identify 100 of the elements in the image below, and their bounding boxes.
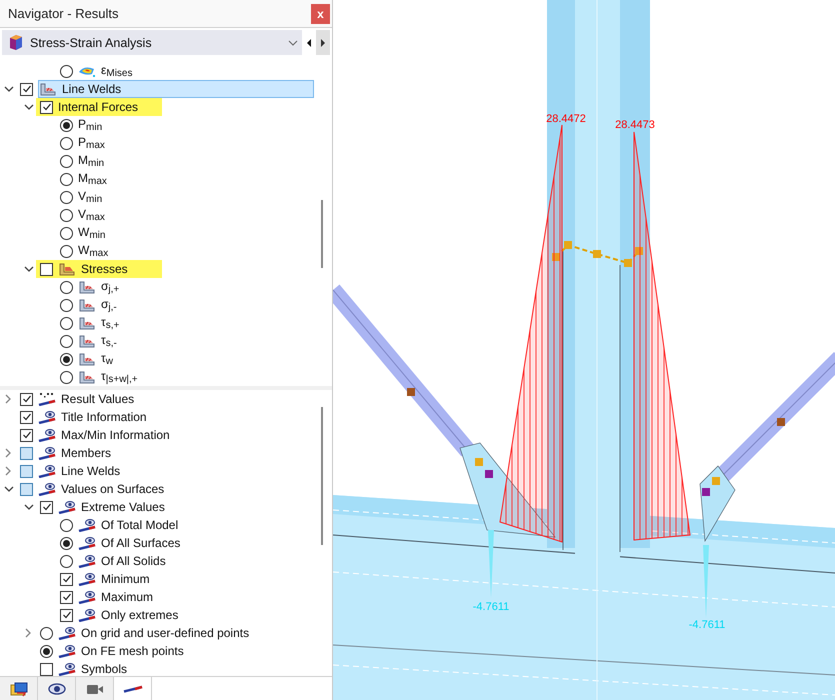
- checkbox[interactable]: [60, 572, 73, 586]
- weld-stress-icon: [58, 262, 76, 276]
- chevron-right-icon[interactable]: [4, 466, 12, 476]
- chevron-right-icon[interactable]: [24, 628, 32, 638]
- tree-item-label[interactable]: σ$_{j,+}$: [101, 279, 120, 295]
- weld-icon: [78, 334, 96, 348]
- radio-button[interactable]: [60, 352, 73, 366]
- radio-button[interactable]: [60, 280, 73, 294]
- tree-item-label[interactable]: Symbols: [81, 662, 128, 676]
- checkbox[interactable]: [20, 446, 33, 460]
- display-icon: [78, 536, 96, 550]
- radio-button[interactable]: [60, 226, 73, 240]
- weld-icon: [78, 370, 96, 384]
- checkbox[interactable]: [40, 500, 53, 514]
- chevron-down-icon[interactable]: [24, 503, 34, 511]
- panel-tab[interactable]: [76, 677, 114, 700]
- checkbox[interactable]: [40, 262, 53, 276]
- chevron-down-icon[interactable]: [4, 485, 14, 493]
- radio-button[interactable]: [60, 154, 73, 168]
- tree-item-label[interactable]: Max/Min Information: [61, 428, 170, 442]
- tree-item-label[interactable]: Line Welds: [62, 82, 122, 96]
- tree-item-label[interactable]: τ$_{|s+w|,+}$: [101, 369, 138, 385]
- radio-button[interactable]: [60, 244, 73, 258]
- chevron-down-icon[interactable]: [4, 85, 14, 93]
- checkbox[interactable]: [60, 608, 73, 622]
- scrollbar-thumb[interactable]: [321, 200, 323, 268]
- radio-button[interactable]: [60, 298, 73, 312]
- radio-button[interactable]: [60, 518, 73, 532]
- radio-button[interactable]: [60, 118, 73, 132]
- tree-item-label[interactable]: On grid and user-defined points: [81, 626, 250, 640]
- tree-item-label[interactable]: M$_{min}$: [78, 153, 104, 169]
- radio-button[interactable]: [60, 172, 73, 186]
- tree-item-label[interactable]: Stresses: [81, 262, 128, 276]
- checkbox[interactable]: [40, 100, 53, 114]
- tree-item-label[interactable]: Of All Solids: [101, 554, 166, 568]
- module-dropdown[interactable]: Stress-Strain Analysis: [2, 30, 302, 55]
- chevron-right-icon[interactable]: [4, 448, 12, 458]
- tree-item-label[interactable]: Maximum: [101, 590, 154, 604]
- display-icon: [38, 482, 56, 496]
- checkbox[interactable]: [20, 410, 33, 424]
- tree-item-label[interactable]: Of All Surfaces: [101, 536, 180, 550]
- panel-tab[interactable]: [38, 677, 76, 700]
- tree-item-label[interactable]: Minimum: [101, 572, 150, 586]
- checkbox[interactable]: [20, 428, 33, 442]
- radio-button[interactable]: [60, 208, 73, 222]
- folder-icon: [8, 680, 28, 696]
- radio-button[interactable]: [40, 626, 53, 640]
- radio-button[interactable]: [60, 334, 73, 348]
- tree-item-label[interactable]: P$_{max}$: [78, 135, 105, 151]
- result-value-label: -4.7611: [688, 619, 726, 631]
- tree-item-label[interactable]: Result Values: [61, 392, 134, 406]
- tree-item-label[interactable]: P$_{min}$: [78, 117, 102, 133]
- tree-item-label[interactable]: Values on Surfaces: [61, 482, 164, 496]
- radio-button[interactable]: [60, 370, 73, 384]
- result-value-label: 28.4472: [546, 113, 586, 125]
- tree-item-label[interactable]: V$_{max}$: [78, 207, 105, 223]
- next-button[interactable]: [316, 30, 330, 55]
- checkbox[interactable]: [40, 662, 53, 676]
- checkbox[interactable]: [20, 82, 33, 96]
- checkbox[interactable]: [60, 590, 73, 604]
- radio-button[interactable]: [60, 64, 73, 78]
- display-icon: [78, 608, 96, 622]
- tree-item-label[interactable]: Line Welds: [61, 464, 120, 478]
- radio-button[interactable]: [60, 554, 73, 568]
- result-diagram-icon: [122, 684, 142, 692]
- radio-button[interactable]: [60, 190, 73, 204]
- radio-button[interactable]: [60, 136, 73, 150]
- tree-item-label[interactable]: Title Information: [61, 410, 147, 424]
- tree-item-label[interactable]: Only extremes: [101, 608, 178, 622]
- radio-button[interactable]: [60, 536, 73, 550]
- tree-item-label[interactable]: W$_{min}$: [78, 225, 106, 241]
- eye-icon: [46, 680, 66, 696]
- chevron-right-icon[interactable]: [4, 394, 12, 404]
- checkbox[interactable]: [20, 392, 33, 406]
- tree-item-label[interactable]: Of Total Model: [101, 518, 178, 532]
- display-icon: [38, 446, 56, 460]
- tree-item-label[interactable]: Internal Forces: [58, 100, 138, 114]
- close-button[interactable]: x: [311, 4, 330, 24]
- checkbox[interactable]: [20, 482, 33, 496]
- tree-item-label[interactable]: τ$_{s,-}$: [101, 333, 117, 349]
- chevron-down-icon[interactable]: [24, 103, 34, 111]
- chevron-down-icon[interactable]: [288, 38, 298, 46]
- radio-button[interactable]: [40, 644, 53, 658]
- chevron-down-icon[interactable]: [24, 265, 34, 273]
- scrollbar-thumb[interactable]: [321, 407, 323, 545]
- tree-item-label[interactable]: τ$_{s,+}$: [101, 315, 120, 331]
- tree-item-label[interactable]: Extreme Values: [81, 500, 165, 514]
- tree-item-label[interactable]: On FE mesh points: [81, 644, 184, 658]
- caret-left-icon: [305, 38, 313, 48]
- display-icon: [58, 500, 76, 514]
- tree-item-label[interactable]: τ$_{w}$: [101, 351, 113, 367]
- panel-tab[interactable]: [0, 677, 38, 700]
- tree-item-label[interactable]: M$_{max}$: [78, 171, 107, 187]
- tree-item-label[interactable]: Members: [61, 446, 112, 460]
- tree-item-label[interactable]: ε$_{Mises}$: [101, 63, 132, 79]
- checkbox[interactable]: [20, 464, 33, 478]
- tree-item-label[interactable]: σ$_{j,-}$: [101, 297, 117, 313]
- radio-button[interactable]: [60, 316, 73, 330]
- tree-item-label[interactable]: V$_{min}$: [78, 189, 102, 205]
- tree-item-label[interactable]: W$_{max}$: [78, 243, 108, 259]
